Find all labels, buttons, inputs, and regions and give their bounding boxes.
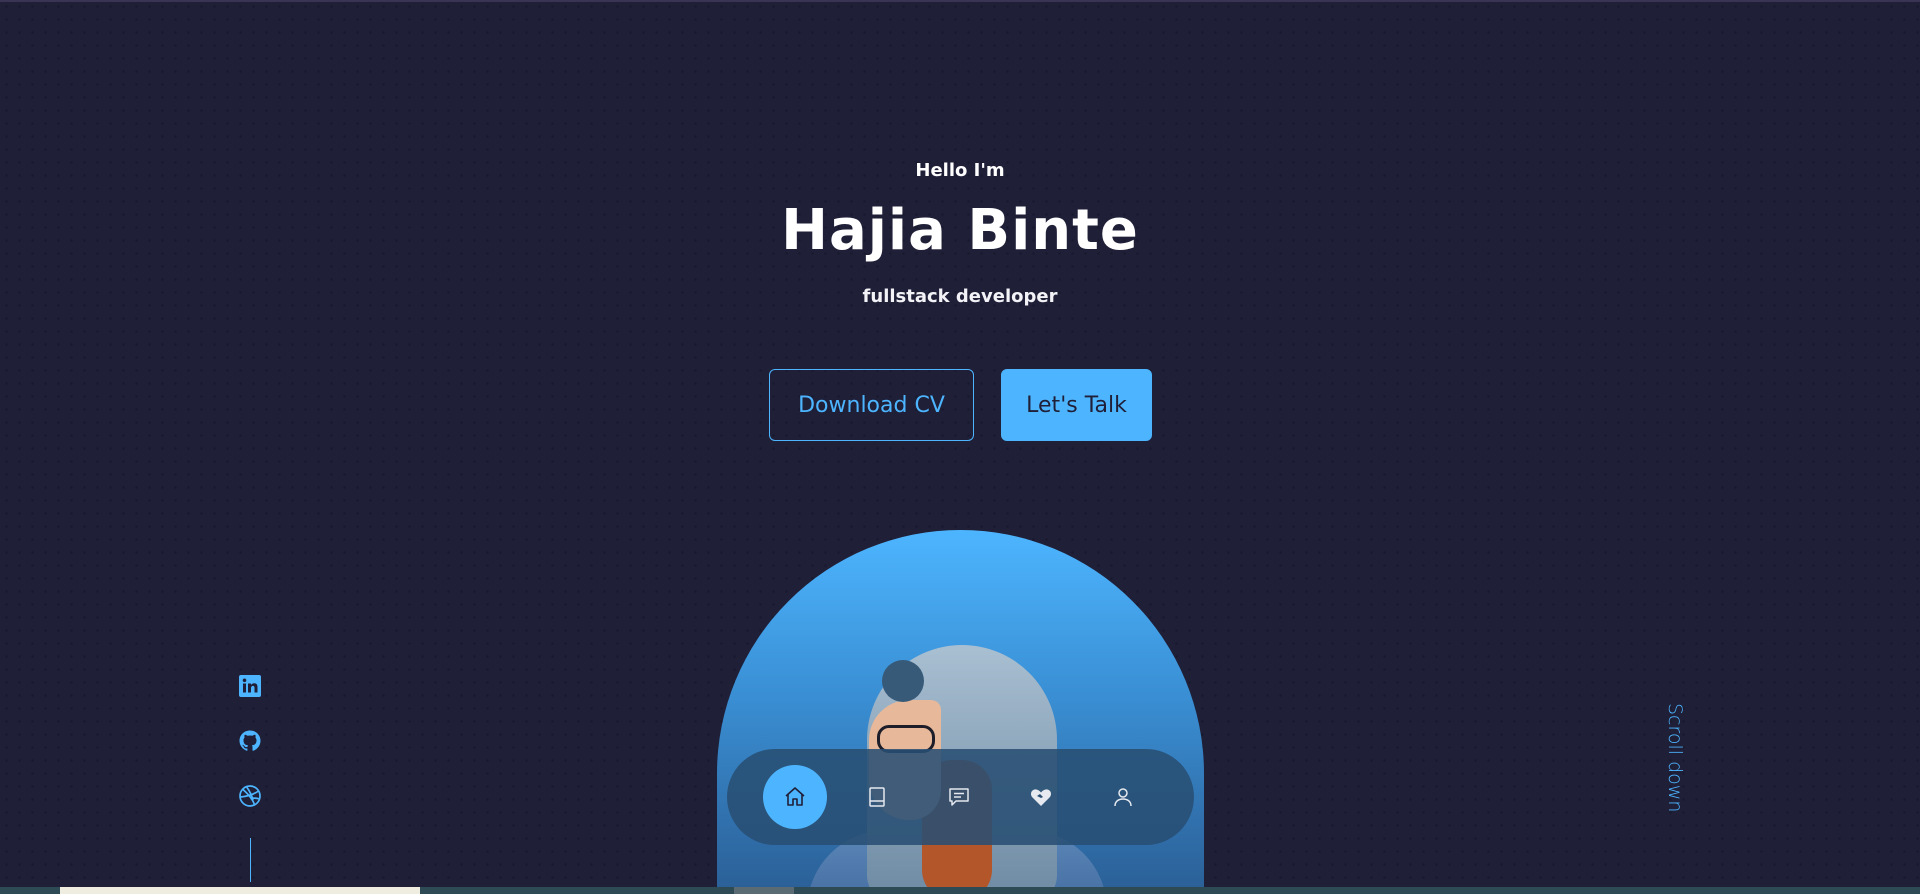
home-icon	[785, 787, 805, 806]
taskbar-segment	[734, 887, 794, 894]
hero-greeting: Hello I'm	[915, 160, 1005, 181]
dribbble-icon	[239, 785, 261, 807]
linkedin-link[interactable]	[236, 672, 264, 700]
book-icon	[869, 787, 885, 807]
nav-contact[interactable]	[927, 765, 991, 829]
user-icon	[1114, 788, 1132, 807]
nav-services[interactable]	[1009, 765, 1073, 829]
message-icon	[949, 788, 969, 806]
bottom-nav	[727, 749, 1194, 845]
hero-name: Hajia Binte	[781, 198, 1139, 263]
download-cv-button[interactable]: Download CV	[769, 369, 974, 441]
nav-about[interactable]	[845, 765, 909, 829]
nav-home[interactable]	[763, 765, 827, 829]
github-icon	[239, 730, 261, 751]
taskbar-segment	[60, 887, 420, 894]
portrait-badge	[882, 660, 924, 702]
linkedin-icon	[239, 675, 261, 697]
dribbble-link[interactable]	[236, 782, 264, 810]
top-edge	[0, 0, 1920, 2]
github-link[interactable]	[236, 727, 264, 755]
hero-role: fullstack developer	[862, 286, 1058, 307]
social-divider-line	[250, 838, 251, 882]
scroll-down-link[interactable]: Scroll down	[1660, 703, 1690, 818]
lets-talk-button[interactable]: Let's Talk	[1001, 369, 1152, 441]
nav-profile[interactable]	[1091, 765, 1155, 829]
heart-handshake-icon	[1030, 789, 1052, 806]
bottom-taskbar-strip	[0, 887, 1920, 894]
